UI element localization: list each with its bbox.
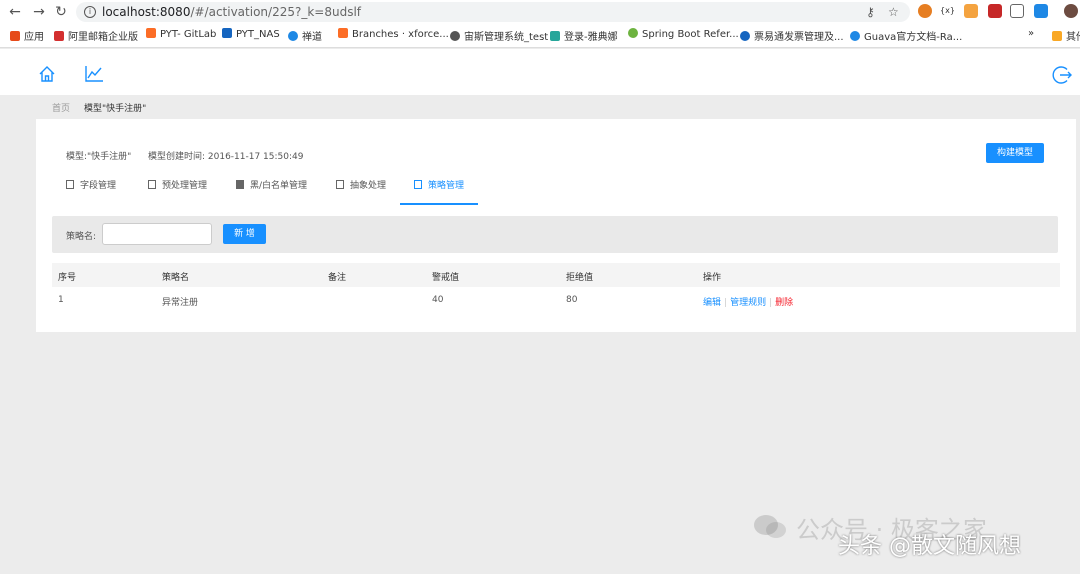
bookmark-item[interactable]: Branches · xforce... — [338, 28, 449, 40]
column-header: 序号 — [58, 273, 77, 283]
tab-strategy-management[interactable]: 策略管理 — [400, 177, 479, 205]
row-reject-value: 80 — [566, 295, 578, 305]
tab-blacklist-management[interactable]: 黑/白名单管理 — [236, 177, 307, 205]
watermark-subtext: 头条 @散文随风想 — [838, 534, 1021, 559]
row-actions: 编辑 | 管理规则 | 删除 — [703, 295, 793, 308]
bookmark-folder[interactable]: 其他 — [1052, 28, 1080, 43]
reload-icon[interactable]: ↻ — [52, 4, 70, 20]
info-icon[interactable]: i — [84, 6, 96, 18]
table-header: 序号 策略名 备注 警戒值 拒绝值 操作 — [52, 263, 1060, 287]
column-header: 备注 — [328, 273, 347, 283]
breadcrumb-home[interactable]: 首页 — [52, 101, 70, 114]
edit-icon — [414, 180, 422, 189]
bookmarks-bar: 应用 阿里邮箱企业版 PYT- GitLab PYT_NAS 禅道 Branch… — [0, 25, 1080, 45]
bookmark-item[interactable]: PYT_NAS — [222, 28, 280, 40]
nas-icon — [222, 28, 232, 38]
address-bar[interactable]: i localhost:8080/#/activation/225?_k=8ud… — [76, 2, 910, 22]
bookmark-item[interactable]: 宙斯管理系统_test — [450, 28, 548, 43]
bookmark-item[interactable]: PYT- GitLab — [146, 28, 216, 40]
folder-icon — [1052, 31, 1062, 41]
edit-link[interactable]: 编辑 — [703, 298, 721, 308]
bookmark-item[interactable]: Guava官方文档-Ra... — [850, 28, 962, 43]
breadcrumb: 首页 模型"快手注册" — [0, 95, 1080, 119]
build-model-button[interactable]: 构建模型 — [986, 143, 1044, 163]
column-header: 警戒值 — [432, 273, 460, 283]
document-icon — [66, 180, 74, 189]
forward-arrow-icon[interactable]: → — [30, 4, 48, 20]
bookmark-apps[interactable]: 应用 — [10, 28, 44, 43]
table-row: 1 异常注册 40 80 编辑 | 管理规则 | 删除 — [52, 288, 1060, 314]
grid-icon — [236, 180, 244, 189]
strategy-name-label: 策略名: — [66, 232, 97, 242]
bookmark-item[interactable]: 登录-雅典娜 — [550, 28, 618, 43]
add-button[interactable]: 新 增 — [223, 224, 266, 244]
browser-chrome: ← → ↻ i localhost:8080/#/activation/225?… — [0, 0, 1080, 48]
apps-icon — [10, 31, 20, 41]
home-icon[interactable] — [38, 65, 56, 83]
logout-icon[interactable] — [1052, 65, 1072, 85]
extension-icon[interactable] — [1010, 4, 1024, 18]
model-created-time: 模型创建时间: 2016-11-17 15:50:49 — [148, 152, 304, 162]
avatar[interactable] — [1064, 4, 1078, 18]
main-card: 模型:"快手注册" 模型创建时间: 2016-11-17 15:50:49 构建… — [36, 119, 1076, 332]
key-icon[interactable]: ⚷ — [866, 5, 875, 19]
column-header: 拒绝值 — [566, 273, 594, 283]
extension-icon[interactable] — [1034, 4, 1048, 18]
chart-icon[interactable] — [84, 65, 104, 83]
invoice-icon — [740, 31, 750, 41]
delete-link[interactable]: 删除 — [775, 298, 793, 308]
globe-icon — [450, 31, 460, 41]
url-text[interactable]: localhost:8080/#/activation/225?_k=8udsl… — [102, 5, 361, 19]
document-icon — [148, 180, 156, 189]
extension-icon[interactable]: {x} — [940, 4, 955, 18]
action-separator: | — [769, 298, 773, 308]
manage-rules-link[interactable]: 管理规则 — [730, 298, 766, 308]
model-name: 模型:"快手注册" — [66, 152, 132, 162]
gitlab-icon — [146, 28, 156, 38]
tab-bar: 字段管理 预处理管理 黑/白名单管理 抽象处理 策略管理 — [52, 177, 1060, 205]
extension-icon[interactable] — [918, 4, 932, 18]
search-bar: 策略名: 新 增 — [52, 216, 1058, 253]
bookmark-item[interactable]: 禅道 — [288, 28, 322, 43]
tab-abstract-processing[interactable]: 抽象处理 — [336, 177, 386, 205]
spring-icon — [628, 28, 638, 38]
row-warn-value: 40 — [432, 295, 444, 305]
row-index: 1 — [58, 295, 64, 305]
mail-icon — [54, 31, 64, 41]
bookmark-item[interactable]: 阿里邮箱企业版 — [54, 28, 138, 43]
row-strategy-name: 异常注册 — [162, 298, 199, 308]
wechat-icon — [754, 515, 786, 538]
strategy-name-input[interactable] — [102, 223, 212, 245]
tab-field-management[interactable]: 字段管理 — [66, 177, 116, 205]
star-icon[interactable]: ☆ — [888, 5, 899, 19]
pdf-icon[interactable] — [988, 4, 1002, 18]
image-icon — [336, 180, 344, 189]
bookmark-item[interactable]: 票易通发票管理及... — [740, 28, 844, 43]
gitlab-icon — [338, 28, 348, 38]
globe-icon — [288, 31, 298, 41]
breadcrumb-current: 模型"快手注册" — [84, 104, 147, 114]
tab-preprocess-management[interactable]: 预处理管理 — [148, 177, 207, 205]
metamask-icon[interactable] — [964, 4, 978, 18]
bookmark-item[interactable]: Spring Boot Refer... — [628, 28, 739, 40]
gear-icon — [850, 31, 860, 41]
app-header — [0, 49, 1080, 95]
column-header: 策略名 — [162, 273, 190, 283]
bird-icon — [550, 31, 560, 41]
action-separator: | — [724, 298, 728, 308]
column-header: 操作 — [703, 273, 722, 283]
more-bookmarks-icon[interactable]: » — [1028, 28, 1034, 39]
back-arrow-icon[interactable]: ← — [6, 4, 24, 20]
